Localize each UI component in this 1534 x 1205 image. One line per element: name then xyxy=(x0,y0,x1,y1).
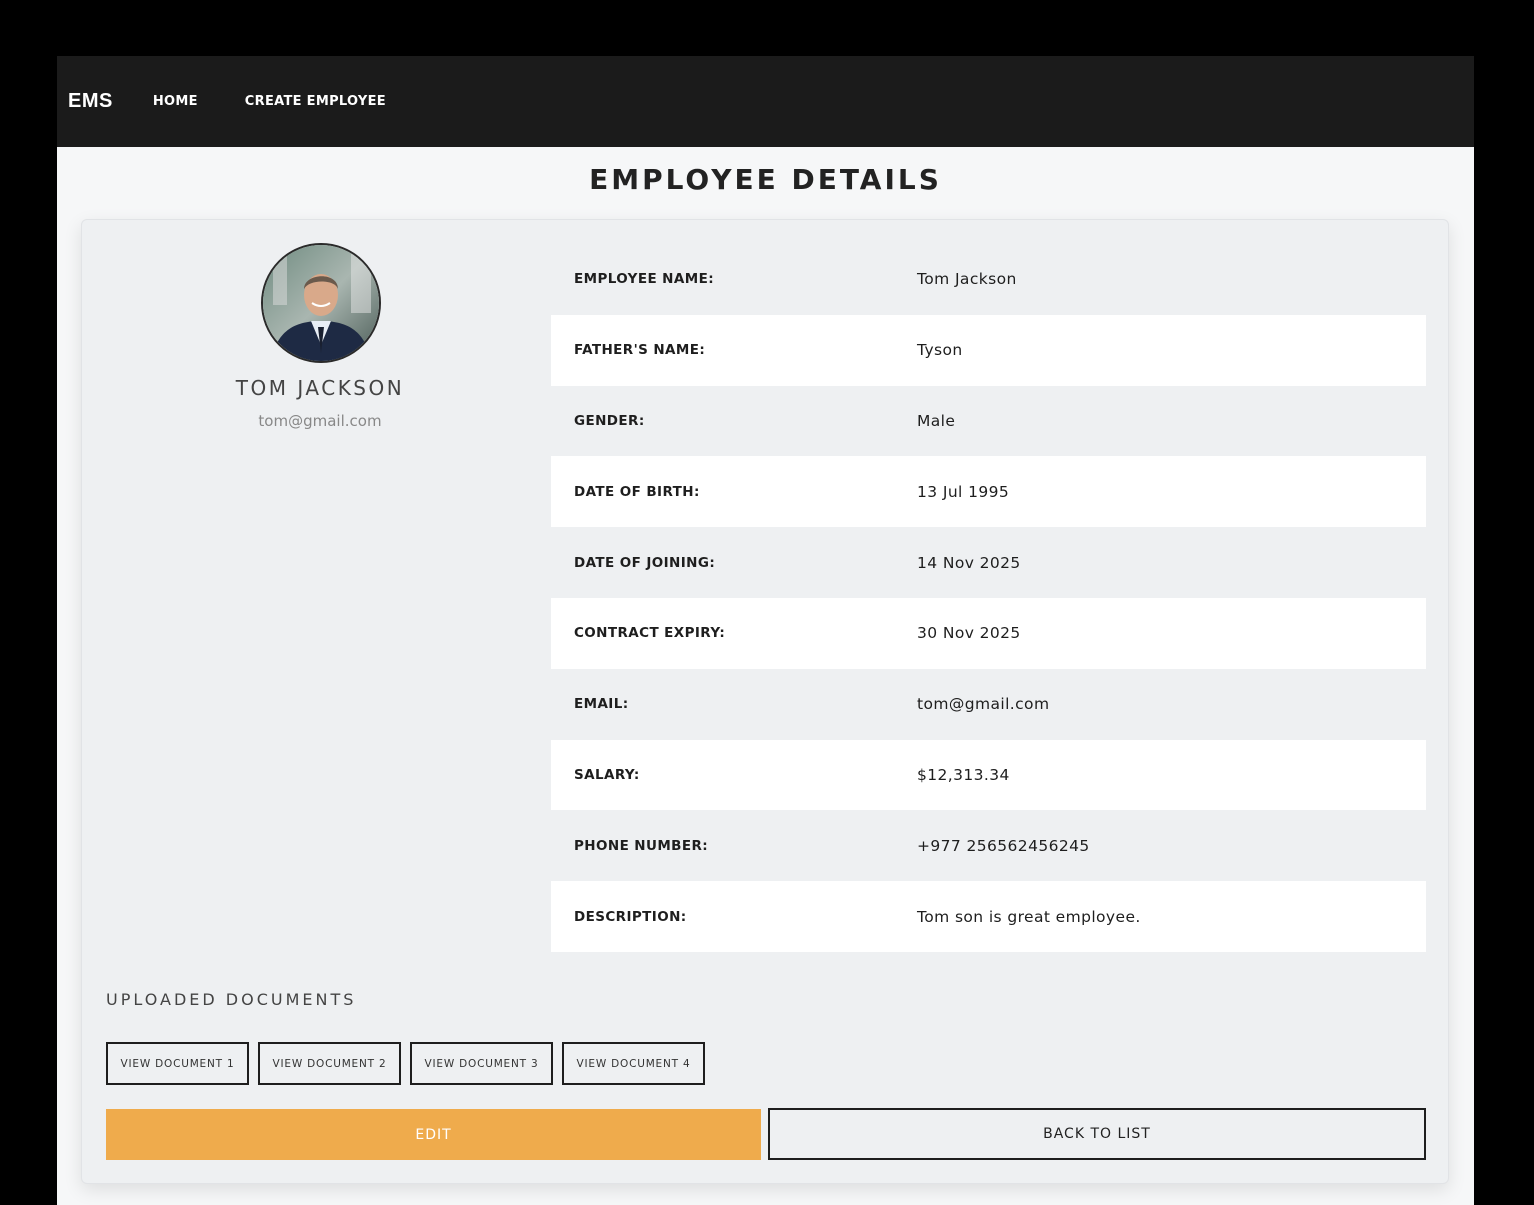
documents-list: VIEW DOCUMENT 1 VIEW DOCUMENT 2 VIEW DOC… xyxy=(106,1042,705,1085)
detail-value: +977 256562456245 xyxy=(917,836,1090,855)
detail-label: CONTRACT EXPIRY: xyxy=(574,625,726,642)
detail-value: tom@gmail.com xyxy=(917,695,1050,714)
detail-value: Male xyxy=(917,411,956,430)
nav-link-create-employee[interactable]: CREATE EMPLOYEE xyxy=(245,94,386,109)
detail-label: FATHER'S NAME: xyxy=(574,342,706,359)
avatar xyxy=(261,243,381,363)
detail-value: 13 Jul 1995 xyxy=(917,482,1010,501)
back-to-list-button[interactable]: BACK TO LIST xyxy=(768,1108,1426,1160)
detail-row-gender: GENDER: Male xyxy=(551,385,1426,457)
detail-label: DATE OF BIRTH: xyxy=(574,483,700,500)
brand-logo[interactable]: EMS xyxy=(68,90,113,113)
detail-label: DESCRIPTION: xyxy=(574,908,687,925)
detail-row-employee-name: EMPLOYEE NAME: Tom Jackson xyxy=(551,244,1426,315)
detail-row-contract-expiry: CONTRACT EXPIRY: 30 Nov 2025 xyxy=(551,597,1426,669)
detail-value: Tom son is great employee. xyxy=(917,907,1141,926)
detail-row-date-of-birth: DATE OF BIRTH: 13 Jul 1995 xyxy=(551,456,1426,528)
detail-value: 30 Nov 2025 xyxy=(917,624,1021,643)
avatar-photo-icon xyxy=(263,245,379,361)
page-title: EMPLOYEE DETAILS xyxy=(589,163,942,196)
edit-button[interactable]: EDIT xyxy=(106,1109,761,1160)
detail-value: Tom Jackson xyxy=(917,270,1017,289)
detail-label: PHONE NUMBER: xyxy=(574,837,709,854)
detail-row-salary: SALARY: $12,313.34 xyxy=(551,739,1426,811)
detail-label: GENDER: xyxy=(574,412,645,429)
details-table: EMPLOYEE NAME: Tom Jackson FATHER'S NAME… xyxy=(551,244,1426,952)
detail-value: 14 Nov 2025 xyxy=(917,553,1021,572)
detail-label: SALARY: xyxy=(574,766,640,783)
detail-label: EMPLOYEE NAME: xyxy=(574,271,714,288)
view-document-3-button[interactable]: VIEW DOCUMENT 3 xyxy=(410,1042,553,1085)
view-document-2-button[interactable]: VIEW DOCUMENT 2 xyxy=(258,1042,401,1085)
detail-row-fathers-name: FATHER'S NAME: Tyson xyxy=(551,314,1426,386)
detail-row-description: DESCRIPTION: Tom son is great employee. xyxy=(551,881,1426,952)
detail-row-phone-number: PHONE NUMBER: +977 256562456245 xyxy=(551,810,1426,882)
view-document-4-button[interactable]: VIEW DOCUMENT 4 xyxy=(562,1042,705,1085)
detail-row-email: EMAIL: tom@gmail.com xyxy=(551,668,1426,740)
navbar: EMS HOME CREATE EMPLOYEE xyxy=(57,56,1474,147)
view-document-1-button[interactable]: VIEW DOCUMENT 1 xyxy=(106,1042,249,1085)
nav-link-home[interactable]: HOME xyxy=(153,94,198,109)
detail-row-date-of-joining: DATE OF JOINING: 14 Nov 2025 xyxy=(551,527,1426,598)
detail-value: Tyson xyxy=(917,341,963,360)
profile-name: TOM JACKSON xyxy=(235,376,405,400)
detail-label: EMAIL: xyxy=(574,696,629,713)
profile-email: tom@gmail.com xyxy=(258,412,382,430)
detail-label: DATE OF JOINING: xyxy=(574,554,716,571)
detail-value: $12,313.34 xyxy=(917,765,1010,784)
page: EMS HOME CREATE EMPLOYEE EMPLOYEE DETAIL… xyxy=(57,56,1474,1205)
uploaded-documents-heading: UPLOADED DOCUMENTS xyxy=(106,990,357,1009)
employee-card: TOM JACKSON tom@gmail.com EMPLOYEE NAME:… xyxy=(81,219,1449,1184)
